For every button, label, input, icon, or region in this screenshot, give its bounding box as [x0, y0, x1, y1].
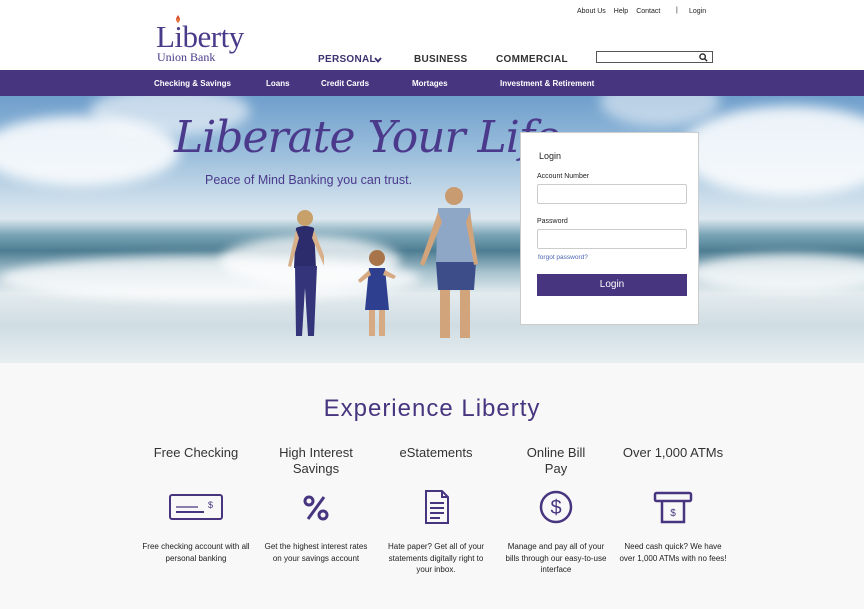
features-section: Experience Liberty Free Checking $ Free … [0, 363, 864, 609]
svg-text:$: $ [208, 500, 213, 510]
utility-separator: | [676, 7, 678, 14]
search-icon[interactable] [699, 53, 708, 62]
man-figure [420, 187, 478, 338]
nav-personal[interactable]: PERSONAL [318, 54, 376, 65]
feature-description: Get the highest interest rates on your s… [264, 542, 368, 563]
feature-title: Over 1,000 ATMs [622, 445, 724, 460]
chevron-down-icon[interactable] [374, 56, 382, 64]
svg-text:$: $ [670, 508, 676, 519]
about-us-link[interactable]: About Us [577, 8, 606, 15]
check-icon: $ [169, 494, 223, 520]
forgot-password-link[interactable]: forgot password? [538, 254, 588, 261]
wave-surf [690, 254, 864, 292]
utility-links: About Us Help Contact [577, 8, 660, 15]
document-icon [425, 490, 449, 524]
hero-headline: Liberate Your Life. [174, 112, 573, 163]
feature-description: Need cash quick? We have over 1,000 ATMs… [619, 542, 727, 563]
subnav-loans[interactable]: Loans [266, 79, 290, 88]
nav-commercial[interactable]: COMMERCIAL [496, 54, 568, 65]
site-header: About Us Help Contact | Login Liberty Un… [0, 0, 864, 70]
search-input[interactable] [596, 51, 713, 63]
cloud [680, 106, 864, 196]
feature-title: eStatements [399, 445, 473, 460]
login-panel: Login Account Number Password forgot pas… [520, 132, 699, 325]
feature-description: Manage and pay all of your bills through… [505, 542, 607, 574]
feature-atms[interactable]: Over 1,000 ATMs $ Need cash quick? We ha… [618, 445, 728, 564]
woman-figure [288, 210, 324, 336]
login-button[interactable]: Login [537, 274, 687, 296]
nav-business[interactable]: BUSINESS [414, 54, 468, 65]
sub-navigation: Checking & Savings Loans Credit Cards Mo… [0, 70, 864, 96]
account-number-label: Account Number [537, 173, 590, 180]
login-panel-title: Login [539, 151, 562, 161]
subnav-mortgages[interactable]: Mortages [412, 79, 448, 88]
subnav-checking-savings[interactable]: Checking & Savings [154, 79, 231, 88]
cloud [600, 96, 720, 126]
logo-wordmark: Liberty [156, 19, 244, 54]
svg-text:$: $ [550, 497, 561, 519]
password-label: Password [537, 218, 568, 225]
child-figure [358, 250, 396, 336]
help-link[interactable]: Help [614, 8, 628, 15]
feature-title: High Interest Savings [279, 445, 353, 476]
header-login-link[interactable]: Login [689, 8, 706, 15]
password-field[interactable] [537, 229, 687, 249]
hero-banner: Liberate Your Life. Peace of Mind Bankin… [0, 96, 864, 363]
subnav-investment-retirement[interactable]: Investment & Retirement [500, 79, 594, 88]
features-heading: Experience Liberty [323, 395, 541, 422]
feature-title: Online Bill Pay [526, 445, 586, 476]
atm-icon: $ [653, 491, 693, 524]
feature-title: Free Checking [153, 445, 239, 460]
feature-online-bill-pay[interactable]: Online Bill Pay $ Manage and pay all of … [501, 445, 611, 576]
account-number-field[interactable] [537, 184, 687, 204]
liberty-logo[interactable]: Liberty Union Bank [156, 15, 268, 66]
feature-estatements[interactable]: eStatements Hate paper? Get all of your … [381, 445, 491, 576]
contact-link[interactable]: Contact [636, 8, 660, 15]
subnav-credit-cards[interactable]: Credit Cards [321, 79, 369, 88]
percent-icon [303, 495, 329, 521]
torch-icon [176, 15, 180, 23]
logo-subtitle: Union Bank [157, 50, 216, 64]
feature-description: Free checking account with all personal … [142, 542, 250, 563]
hero-subheadline: Peace of Mind Banking you can trust. [205, 173, 413, 187]
feature-description: Hate paper? Get all of your statements d… [387, 542, 485, 574]
feature-high-interest-savings[interactable]: High Interest Savings Get the highest in… [261, 445, 371, 564]
dollar-circle-icon: $ [539, 490, 573, 524]
feature-free-checking[interactable]: Free Checking $ Free checking account wi… [141, 445, 251, 564]
